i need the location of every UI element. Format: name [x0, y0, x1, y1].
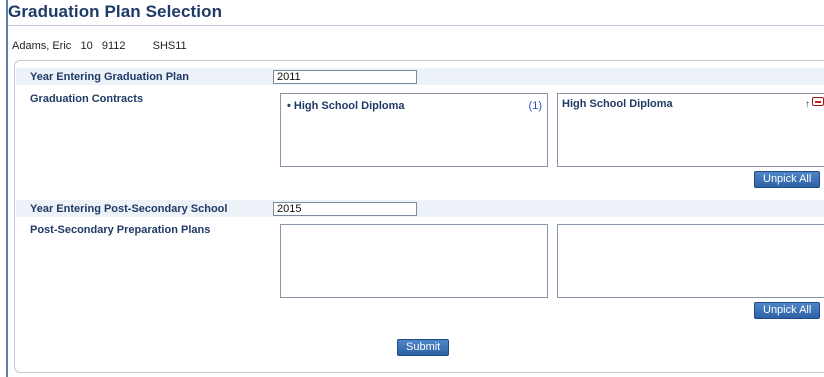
- available-plans-list[interactable]: [280, 224, 548, 298]
- bullet-icon: •: [287, 100, 291, 112]
- graduation-plan-page: Graduation Plan Selection Adams, Eric 10…: [0, 0, 824, 377]
- graduation-year-input[interactable]: [273, 70, 417, 84]
- title-divider: [8, 25, 824, 26]
- list-item[interactable]: High School Diploma: [562, 98, 673, 110]
- page-title: Graduation Plan Selection: [8, 2, 223, 21]
- student-info: Adams, Eric 10 9112 SHS11: [12, 40, 187, 52]
- student-name: Adams, Eric: [12, 40, 72, 52]
- student-id: 9112: [101, 40, 126, 52]
- available-contracts-list[interactable]: • High School Diploma (1): [280, 93, 548, 167]
- selected-contracts-list[interactable]: High School Diploma ↑: [557, 93, 824, 167]
- contract-label: High School Diploma: [293, 100, 405, 112]
- post-secondary-year-label: Year Entering Post-Secondary School: [30, 203, 228, 215]
- post-secondary-plans-label: Post-Secondary Preparation Plans: [30, 224, 211, 236]
- student-grade: 10: [80, 40, 93, 52]
- unpick-all-contracts-button[interactable]: Unpick All: [754, 171, 821, 188]
- remove-icon[interactable]: [812, 97, 824, 106]
- unpick-all-plans-button[interactable]: Unpick All: [754, 302, 821, 319]
- graduation-year-label: Year Entering Graduation Plan: [30, 71, 189, 83]
- selected-plans-list[interactable]: [557, 224, 824, 298]
- post-secondary-year-input[interactable]: [273, 202, 417, 216]
- graduation-contracts-label: Graduation Contracts: [30, 93, 144, 105]
- arrow-up-icon[interactable]: ↑: [805, 99, 810, 110]
- left-border: [6, 0, 8, 377]
- student-school: SHS11: [152, 40, 187, 52]
- list-item[interactable]: • High School Diploma: [287, 100, 405, 112]
- submit-button[interactable]: Submit: [397, 339, 450, 356]
- contract-count: (1): [528, 100, 542, 112]
